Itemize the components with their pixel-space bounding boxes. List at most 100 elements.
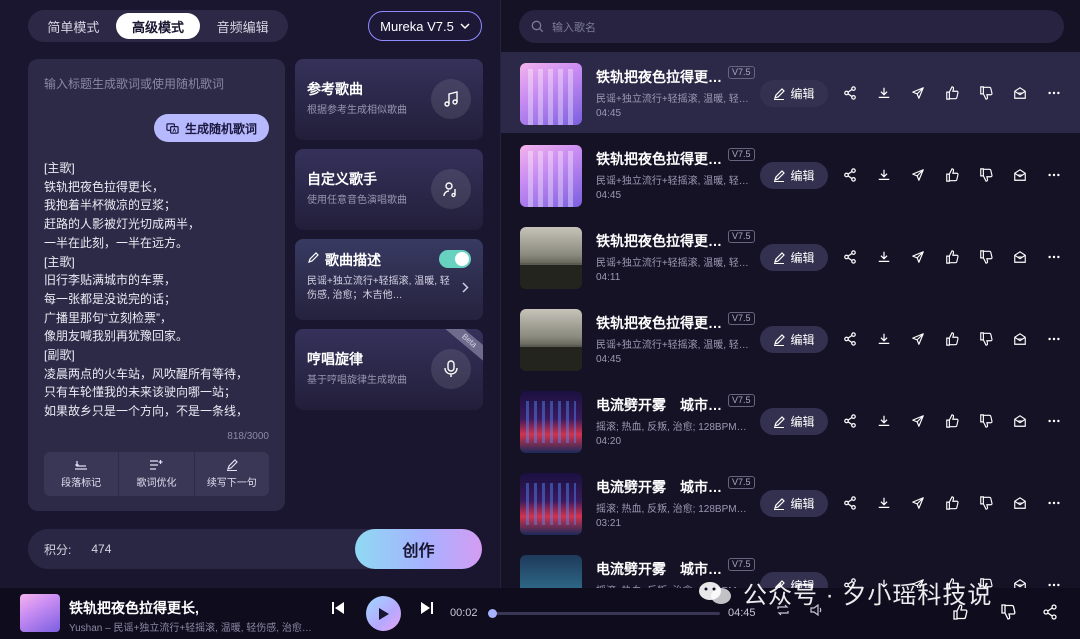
song-row[interactable]: 铁轨把夜色拉得更… V7.5 民谣+独立流行+轻摇滚, 温暖, 轻… 04:45 编辑 xyxy=(501,134,1080,215)
create-button[interactable]: 创作 xyxy=(355,529,482,569)
thumbs-down-icon[interactable] xyxy=(977,412,995,430)
more-icon[interactable] xyxy=(1045,412,1063,430)
thumbs-down-icon[interactable] xyxy=(977,330,995,348)
inbox-icon[interactable] xyxy=(1011,330,1029,348)
edit-button[interactable]: 编辑 xyxy=(760,162,828,189)
edit-button[interactable]: 编辑 xyxy=(760,490,828,517)
thumbs-up-icon[interactable] xyxy=(943,166,961,184)
song-row[interactable]: 铁轨把夜色拉得更… V7.5 民谣+独立流行+轻摇滚, 温暖, 轻… 04:45 编辑 xyxy=(501,52,1080,133)
thumbs-down-icon[interactable] xyxy=(977,494,995,512)
lyrics-editor[interactable]: 输入标题生成歌词或使用随机歌词 生成随机歌词 [主歌] 铁轨把夜色拉得更长， 我… xyxy=(28,59,285,511)
thumbs-up-icon[interactable] xyxy=(943,84,961,102)
song-description-card[interactable]: 歌曲描述 民谣+独立流行+轻摇滚, 温暖, 轻伤感, 治愈；木吉他… xyxy=(295,239,483,320)
inbox-icon[interactable] xyxy=(1011,166,1029,184)
next-icon[interactable] xyxy=(419,600,435,616)
random-lyrics-button[interactable]: 生成随机歌词 xyxy=(153,114,269,142)
inbox-icon[interactable] xyxy=(1011,494,1029,512)
download-icon[interactable] xyxy=(875,330,893,348)
more-icon[interactable] xyxy=(1045,330,1063,348)
thumbs-up-icon[interactable] xyxy=(943,330,961,348)
edit-button[interactable]: 编辑 xyxy=(760,80,828,107)
download-icon[interactable] xyxy=(875,84,893,102)
continue-line-button[interactable]: 续写下一句 xyxy=(195,452,269,496)
song-cover[interactable] xyxy=(520,391,582,453)
singer-icon xyxy=(431,169,471,209)
song-title[interactable]: 电流劈开雾 城市… xyxy=(596,395,722,415)
share-icon[interactable] xyxy=(841,248,859,266)
now-playing-title[interactable]: 铁轨把夜色拉得更长, xyxy=(69,598,199,618)
hum-melody-card[interactable]: Beta 哼唱旋律 基于哼唱旋律生成歌曲 xyxy=(295,329,483,410)
edit-button[interactable]: 编辑 xyxy=(760,244,828,271)
song-row[interactable]: 电流劈开雾 城市… V7.5 摇滚; 热血, 反叛, 治愈; 128BPM… 04:2… xyxy=(501,380,1080,461)
play-button[interactable] xyxy=(366,596,401,631)
inbox-icon[interactable] xyxy=(1011,412,1029,430)
share-icon[interactable] xyxy=(841,330,859,348)
song-title[interactable]: 铁轨把夜色拉得更… xyxy=(596,231,722,251)
thumbs-down-icon[interactable] xyxy=(977,84,995,102)
song-cover[interactable] xyxy=(520,145,582,207)
card-subtitle: 基于哼唱旋律生成歌曲 xyxy=(307,375,407,386)
lyrics-optimize-button[interactable]: 歌词优化 xyxy=(119,452,195,496)
lyrics-text[interactable]: [主歌] 铁轨把夜色拉得更长， 我抱着半杯微凉的豆浆； 赶路的人影被灯光切成两半… xyxy=(44,159,269,421)
edit-button[interactable]: 编辑 xyxy=(760,408,828,435)
inbox-icon[interactable] xyxy=(1011,248,1029,266)
song-duration: 03:21 xyxy=(596,518,622,529)
custom-singer-card[interactable]: 自定义歌手 使用任意音色演唱歌曲 xyxy=(295,149,483,230)
reference-song-card[interactable]: 参考歌曲 根据参考生成相似歌曲 xyxy=(295,59,483,140)
send-icon[interactable] xyxy=(909,330,927,348)
more-icon[interactable] xyxy=(1045,166,1063,184)
description-toggle[interactable] xyxy=(439,250,471,268)
share-icon[interactable] xyxy=(1042,604,1058,620)
song-cover[interactable] xyxy=(520,63,582,125)
model-select[interactable]: Mureka V7.5 xyxy=(368,11,482,41)
share-icon[interactable] xyxy=(841,166,859,184)
download-icon[interactable] xyxy=(875,494,893,512)
more-icon[interactable] xyxy=(1045,494,1063,512)
thumbs-down-icon[interactable] xyxy=(1000,604,1016,620)
song-title[interactable]: 铁轨把夜色拉得更… xyxy=(596,313,722,333)
progress-track[interactable] xyxy=(490,612,720,615)
thumbs-up-icon[interactable] xyxy=(943,412,961,430)
song-row[interactable]: 电流劈开雾 城市… V7.5 摇滚; 热血, 反叛, 治愈; 128BPM… 03:2… xyxy=(501,462,1080,543)
more-icon[interactable] xyxy=(1045,84,1063,102)
search-bar[interactable]: 输入歌名 xyxy=(519,10,1064,43)
thumbs-up-icon[interactable] xyxy=(943,248,961,266)
share-icon[interactable] xyxy=(841,84,859,102)
thumbs-up-icon[interactable] xyxy=(943,494,961,512)
download-icon[interactable] xyxy=(875,166,893,184)
edit-button[interactable]: 编辑 xyxy=(760,326,828,353)
search-input[interactable]: 输入歌名 xyxy=(552,19,596,35)
progress-handle[interactable] xyxy=(488,609,498,618)
song-cover[interactable] xyxy=(520,309,582,371)
thumbs-down-icon[interactable] xyxy=(977,166,995,184)
tab-audio-edit[interactable]: 音频编辑 xyxy=(200,13,285,39)
edit-label: 编辑 xyxy=(790,87,815,101)
song-row[interactable]: 铁轨把夜色拉得更… V7.5 民谣+独立流行+轻摇滚, 温暖, 轻… 04:45 编辑 xyxy=(501,298,1080,379)
send-icon[interactable] xyxy=(909,248,927,266)
previous-icon[interactable] xyxy=(330,600,346,616)
tab-advanced-mode[interactable]: 高级模式 xyxy=(115,13,201,39)
lyrics-title-input[interactable]: 输入标题生成歌词或使用随机歌词 xyxy=(44,75,224,92)
share-icon[interactable] xyxy=(841,412,859,430)
song-cover[interactable] xyxy=(520,473,582,535)
song-title[interactable]: 铁轨把夜色拉得更… xyxy=(596,67,722,87)
song-title[interactable]: 铁轨把夜色拉得更… xyxy=(596,149,722,169)
section-marker-button[interactable]: 段落标记 xyxy=(44,452,120,496)
now-playing-cover[interactable] xyxy=(20,594,60,632)
download-icon[interactable] xyxy=(875,412,893,430)
song-cover[interactable] xyxy=(520,227,582,289)
send-icon[interactable] xyxy=(909,84,927,102)
download-icon[interactable] xyxy=(875,248,893,266)
thumbs-down-icon[interactable] xyxy=(977,248,995,266)
inbox-icon[interactable] xyxy=(1011,84,1029,102)
send-icon[interactable] xyxy=(909,166,927,184)
card-title: 歌曲描述 xyxy=(325,252,381,268)
send-icon[interactable] xyxy=(909,412,927,430)
song-row[interactable]: 铁轨把夜色拉得更… V7.5 民谣+独立流行+轻摇滚, 温暖, 轻… 04:11 编辑 xyxy=(501,216,1080,297)
send-icon[interactable] xyxy=(909,494,927,512)
song-title[interactable]: 电流劈开雾 城市… xyxy=(596,477,722,497)
more-icon[interactable] xyxy=(1045,248,1063,266)
share-icon[interactable] xyxy=(841,494,859,512)
tab-simple-mode[interactable]: 简单模式 xyxy=(31,13,116,39)
edit-label: 编辑 xyxy=(790,251,815,265)
